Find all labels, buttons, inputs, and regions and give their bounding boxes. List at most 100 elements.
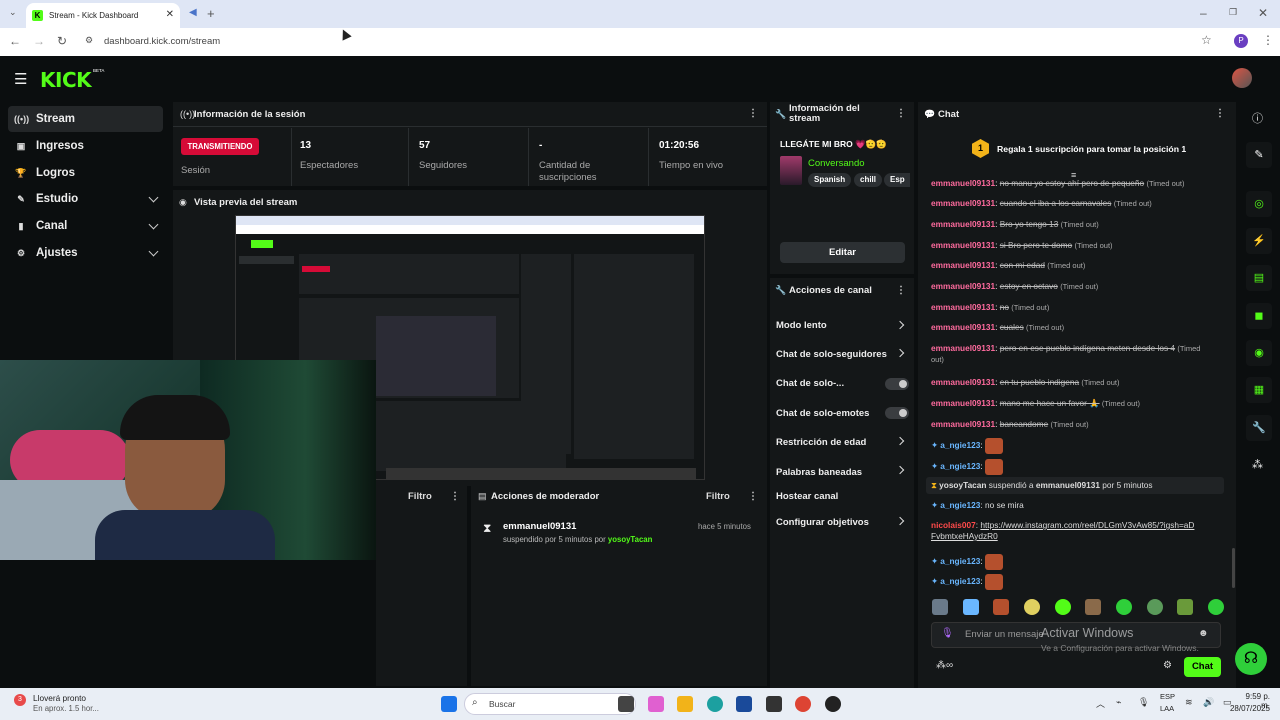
hamburger-menu-icon[interactable]: ☰ (14, 70, 27, 88)
send-chat-button[interactable]: Chat (1184, 657, 1221, 677)
emote-icon[interactable] (1023, 599, 1040, 615)
chat-username[interactable]: a_ngie123 (940, 500, 980, 510)
action-subscribers-only[interactable]: Chat de solo-... (776, 378, 844, 389)
more-options-icon[interactable]: ⋮ (748, 491, 758, 502)
gear-icon[interactable]: ⚙ (1163, 660, 1172, 671)
emote-icon[interactable] (993, 599, 1010, 615)
sidebar-item-ajustes[interactable]: ⚙ Ajustes (8, 240, 163, 266)
kick-logo[interactable]: KICK (40, 68, 92, 92)
mod-event-target[interactable]: emmanuel09131 (1036, 480, 1100, 490)
chat-username[interactable]: emmanuel09131 (931, 322, 995, 332)
action-emotes-only[interactable]: Chat de solo-emotes (776, 408, 869, 419)
chevron-up-icon[interactable]: ︿ (1096, 697, 1105, 710)
pen-icon[interactable]: ✎ (1246, 142, 1272, 168)
settings-dots-icon[interactable]: ⁂∞ (936, 660, 953, 671)
speaker-icon[interactable]: 🔊 (1203, 697, 1214, 708)
user-avatar[interactable] (1232, 68, 1252, 88)
chrome-icon[interactable] (795, 696, 811, 712)
chat-scrollbar[interactable] (1232, 548, 1235, 588)
edge-icon[interactable] (707, 696, 723, 712)
emote-icon[interactable] (932, 599, 948, 615)
emote-icon[interactable] (1207, 599, 1224, 615)
filter-button[interactable]: Filtro (408, 491, 432, 502)
weather-alert-icon[interactable]: 3 (14, 694, 26, 706)
wrench-icon[interactable]: 🔧 (1246, 415, 1272, 441)
action-slow-mode[interactable]: Modo lento (776, 320, 827, 331)
chat-bubble-icon[interactable]: ◼ (1246, 303, 1272, 329)
obs-icon[interactable] (825, 696, 841, 712)
chat-username[interactable]: a_ngie123 (940, 461, 980, 471)
edit-button[interactable]: Editar (780, 242, 905, 263)
wifi-icon[interactable]: ≋ (1185, 697, 1193, 708)
emote-icon[interactable] (1177, 599, 1194, 615)
close-tab-icon[interactable]: ✕ (166, 9, 174, 20)
emote-icon[interactable] (1054, 599, 1071, 615)
chat-username[interactable]: nicolais007 (931, 520, 976, 530)
emoji-icon[interactable]: ☻ (1198, 628, 1209, 639)
chat-username[interactable]: emmanuel09131 (931, 219, 995, 229)
url-text[interactable]: dashboard.kick.com/stream (104, 36, 220, 47)
close-window-icon[interactable]: ✕ (1258, 6, 1268, 20)
sidebar-item-logros[interactable]: 🏆 Logros (8, 160, 163, 186)
action-age-restriction[interactable]: Restricción de edad (776, 437, 866, 448)
more-options-icon[interactable]: ⋮ (896, 285, 906, 296)
filter-button[interactable]: Filtro (706, 491, 730, 502)
reload-icon[interactable]: ↻ (57, 34, 67, 48)
tab-list-icon[interactable]: ⌄ (9, 7, 17, 18)
more-options-icon[interactable]: ⋮ (748, 108, 758, 119)
lightning-icon[interactable]: ⚡ (1246, 228, 1272, 254)
language-code[interactable]: ESP (1160, 692, 1175, 701)
more-options-icon[interactable]: ⋮ (1215, 108, 1225, 119)
microphone-icon[interactable]: 🎙 (941, 628, 954, 639)
stream-category[interactable]: Conversando (808, 158, 865, 169)
emote-icon[interactable] (1146, 599, 1163, 615)
mod-action-actor[interactable]: yosoyTacan (608, 535, 653, 544)
clock-date[interactable]: 28/07/2025 (1226, 704, 1270, 713)
forward-icon[interactable]: → (33, 34, 45, 48)
task-view-icon[interactable] (618, 696, 634, 712)
tag-chip[interactable]: Spanish (808, 173, 852, 187)
chat-username[interactable]: emmanuel09131 (931, 398, 995, 408)
weather-title[interactable]: Lloverá pronto (33, 693, 86, 703)
chat-username[interactable]: emmanuel09131 (931, 240, 995, 250)
more-options-icon[interactable]: ⋮ (450, 491, 460, 502)
microphone-icon[interactable]: 🎙 (1138, 697, 1149, 708)
subscribers-only-toggle[interactable] (885, 378, 909, 390)
chat-username[interactable]: emmanuel09131 (931, 343, 995, 353)
chat-username[interactable]: emmanuel09131 (931, 198, 995, 208)
action-goals[interactable]: Configurar objetivos (776, 517, 869, 528)
restore-icon[interactable]: ❐ (1229, 7, 1237, 18)
tag-chip[interactable]: Esp (884, 173, 910, 187)
back-icon[interactable]: ← (9, 34, 21, 48)
browser-menu-icon[interactable]: ⋮ (1262, 33, 1274, 47)
site-info-icon[interactable]: ⚙ (85, 35, 93, 46)
action-banned-words[interactable]: Palabras baneadas (776, 467, 862, 478)
chat-username[interactable]: emmanuel09131 (931, 178, 995, 188)
more-options-icon[interactable]: ⋮ (896, 108, 906, 119)
chat-username[interactable]: a_ngie123 (940, 576, 980, 586)
audio-tab-icon[interactable]: ◀ (189, 7, 197, 18)
chat-username[interactable]: emmanuel09131 (931, 302, 995, 312)
minimize-icon[interactable]: – (1200, 6, 1207, 20)
chat-username[interactable]: a_ngie123 (940, 556, 980, 566)
browser-tab[interactable]: K Stream - Kick Dashboard ✕ (26, 3, 180, 28)
profile-avatar[interactable]: P (1234, 34, 1248, 48)
keyboard-layout[interactable]: LAA (1160, 704, 1174, 713)
mod-event-actor[interactable]: yosoyTacan (939, 480, 986, 490)
network-icon[interactable]: ⌁ (1116, 697, 1121, 708)
windows-start-icon[interactable] (441, 696, 457, 712)
sidebar-item-estudio[interactable]: ✎ Estudio (8, 186, 163, 212)
emote-icon[interactable] (962, 599, 979, 615)
radio-icon[interactable]: ◉ (1246, 340, 1272, 366)
emotes-only-toggle[interactable] (885, 407, 909, 419)
target-icon[interactable]: ◎ (1246, 191, 1272, 217)
store-icon[interactable] (736, 696, 752, 712)
action-host-channel[interactable]: Hostear canal (776, 491, 838, 502)
action-followers-only[interactable]: Chat de solo-seguidores (776, 349, 887, 360)
sidebar-item-ingresos[interactable]: ▣ Ingresos (8, 133, 163, 159)
copilot-icon[interactable] (648, 696, 664, 712)
emote-icon[interactable] (1085, 599, 1102, 615)
unity-icon[interactable] (766, 696, 782, 712)
chat-username[interactable]: emmanuel09131 (931, 260, 995, 270)
chat-username[interactable]: emmanuel09131 (931, 281, 995, 291)
